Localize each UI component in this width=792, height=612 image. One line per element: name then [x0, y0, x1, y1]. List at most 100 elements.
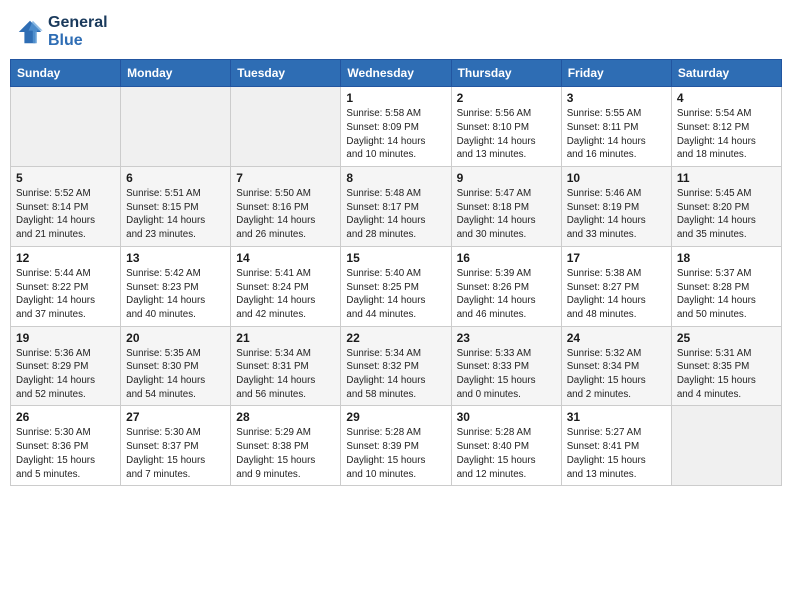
day-info: Sunrise: 5:48 AM Sunset: 8:17 PM Dayligh…: [346, 187, 445, 242]
week-row-2: 5 Sunrise: 5:52 AM Sunset: 8:14 PM Daylig…: [11, 167, 782, 247]
calendar-cell: 28Sunrise: 5:29 AM Sunset: 8:38 PM Dayli…: [231, 406, 341, 486]
logo-line2: Blue: [48, 32, 108, 50]
day-info: Sunrise: 5:32 AM Sunset: 8:34 PM Dayligh…: [567, 347, 666, 402]
day-info: Sunrise: 5:56 AM Sunset: 8:10 PM Dayligh…: [457, 107, 556, 162]
calendar-cell: 13 Sunrise: 5:42 AM Sunset: 8:23 PM Dayli…: [121, 246, 231, 326]
day-info: Sunrise: 5:27 AM Sunset: 8:41 PM Dayligh…: [567, 426, 666, 481]
day-number: 8: [346, 171, 445, 185]
day-number: 3: [567, 91, 666, 105]
calendar-cell: [671, 406, 781, 486]
day-info: Sunrise: 5:47 AM Sunset: 8:18 PM Dayligh…: [457, 187, 556, 242]
calendar-cell: 31 Sunrise: 5:27 AM Sunset: 8:41 PM Dayli…: [561, 406, 671, 486]
calendar-cell: 19Sunrise: 5:36 AM Sunset: 8:29 PM Dayli…: [11, 326, 121, 406]
day-header-thursday: Thursday: [451, 60, 561, 87]
day-header-saturday: Saturday: [671, 60, 781, 87]
day-info: Sunrise: 5:42 AM Sunset: 8:23 PM Dayligh…: [126, 267, 225, 322]
calendar-cell: 15 Sunrise: 5:40 AM Sunset: 8:25 PM Dayli…: [341, 246, 451, 326]
day-number: 4: [677, 91, 776, 105]
day-header-monday: Monday: [121, 60, 231, 87]
day-number: 23: [457, 331, 556, 345]
day-info: Sunrise: 5:38 AM Sunset: 8:27 PM Dayligh…: [567, 267, 666, 322]
calendar-cell: 21 Sunrise: 5:34 AM Sunset: 8:31 PM Dayli…: [231, 326, 341, 406]
calendar-cell: 17Sunrise: 5:38 AM Sunset: 8:27 PM Dayli…: [561, 246, 671, 326]
calendar-cell: [121, 87, 231, 167]
day-header-sunday: Sunday: [11, 60, 121, 87]
day-info: Sunrise: 5:51 AM Sunset: 8:15 PM Dayligh…: [126, 187, 225, 242]
day-info: Sunrise: 5:40 AM Sunset: 8:25 PM Dayligh…: [346, 267, 445, 322]
day-info: Sunrise: 5:52 AM Sunset: 8:14 PM Dayligh…: [16, 187, 115, 242]
calendar-cell: 14 Sunrise: 5:41 AM Sunset: 8:24 PM Dayli…: [231, 246, 341, 326]
day-header-friday: Friday: [561, 60, 671, 87]
day-info: Sunrise: 5:28 AM Sunset: 8:40 PM Dayligh…: [457, 426, 556, 481]
logo: General Blue: [16, 14, 108, 49]
day-number: 28: [236, 410, 335, 424]
day-number: 31: [567, 410, 666, 424]
calendar-cell: 20Sunrise: 5:35 AM Sunset: 8:30 PM Dayli…: [121, 326, 231, 406]
calendar-cell: 6 Sunrise: 5:51 AM Sunset: 8:15 PM Daylig…: [121, 167, 231, 247]
day-number: 24: [567, 331, 666, 345]
calendar-cell: 24 Sunrise: 5:32 AM Sunset: 8:34 PM Dayli…: [561, 326, 671, 406]
day-number: 1: [346, 91, 445, 105]
day-number: 15: [346, 251, 445, 265]
calendar-cell: 23 Sunrise: 5:33 AM Sunset: 8:33 PM Dayli…: [451, 326, 561, 406]
day-info: Sunrise: 5:50 AM Sunset: 8:16 PM Dayligh…: [236, 187, 335, 242]
day-info: Sunrise: 5:41 AM Sunset: 8:24 PM Dayligh…: [236, 267, 335, 322]
calendar-cell: 4Sunrise: 5:54 AM Sunset: 8:12 PM Daylig…: [671, 87, 781, 167]
calendar-table: SundayMondayTuesdayWednesdayThursdayFrid…: [10, 59, 782, 486]
day-number: 5: [16, 171, 115, 185]
day-number: 26: [16, 410, 115, 424]
day-info: Sunrise: 5:35 AM Sunset: 8:30 PM Dayligh…: [126, 347, 225, 402]
day-info: Sunrise: 5:44 AM Sunset: 8:22 PM Dayligh…: [16, 267, 115, 322]
week-row-4: 19Sunrise: 5:36 AM Sunset: 8:29 PM Dayli…: [11, 326, 782, 406]
calendar-cell: 29Sunrise: 5:28 AM Sunset: 8:39 PM Dayli…: [341, 406, 451, 486]
calendar-cell: 5 Sunrise: 5:52 AM Sunset: 8:14 PM Daylig…: [11, 167, 121, 247]
calendar-cell: 18 Sunrise: 5:37 AM Sunset: 8:28 PM Dayli…: [671, 246, 781, 326]
calendar-cell: [231, 87, 341, 167]
calendar-cell: [11, 87, 121, 167]
day-info: Sunrise: 5:39 AM Sunset: 8:26 PM Dayligh…: [457, 267, 556, 322]
day-number: 25: [677, 331, 776, 345]
calendar-cell: 1 Sunrise: 5:58 AM Sunset: 8:09 PM Daylig…: [341, 87, 451, 167]
day-number: 6: [126, 171, 225, 185]
day-number: 14: [236, 251, 335, 265]
day-info: Sunrise: 5:31 AM Sunset: 8:35 PM Dayligh…: [677, 347, 776, 402]
calendar-cell: 30 Sunrise: 5:28 AM Sunset: 8:40 PM Dayli…: [451, 406, 561, 486]
calendar-cell: 26 Sunrise: 5:30 AM Sunset: 8:36 PM Dayli…: [11, 406, 121, 486]
calendar-cell: 12 Sunrise: 5:44 AM Sunset: 8:22 PM Dayli…: [11, 246, 121, 326]
day-info: Sunrise: 5:30 AM Sunset: 8:36 PM Dayligh…: [16, 426, 115, 481]
day-info: Sunrise: 5:46 AM Sunset: 8:19 PM Dayligh…: [567, 187, 666, 242]
day-number: 27: [126, 410, 225, 424]
day-number: 22: [346, 331, 445, 345]
day-number: 18: [677, 251, 776, 265]
day-number: 13: [126, 251, 225, 265]
calendar-cell: 11Sunrise: 5:45 AM Sunset: 8:20 PM Dayli…: [671, 167, 781, 247]
day-number: 12: [16, 251, 115, 265]
day-number: 30: [457, 410, 556, 424]
day-info: Sunrise: 5:34 AM Sunset: 8:32 PM Dayligh…: [346, 347, 445, 402]
calendar-cell: 7 Sunrise: 5:50 AM Sunset: 8:16 PM Daylig…: [231, 167, 341, 247]
day-number: 21: [236, 331, 335, 345]
day-number: 16: [457, 251, 556, 265]
day-info: Sunrise: 5:33 AM Sunset: 8:33 PM Dayligh…: [457, 347, 556, 402]
day-number: 11: [677, 171, 776, 185]
day-number: 9: [457, 171, 556, 185]
day-number: 7: [236, 171, 335, 185]
days-header-row: SundayMondayTuesdayWednesdayThursdayFrid…: [11, 60, 782, 87]
day-header-wednesday: Wednesday: [341, 60, 451, 87]
day-info: Sunrise: 5:36 AM Sunset: 8:29 PM Dayligh…: [16, 347, 115, 402]
calendar-cell: 10Sunrise: 5:46 AM Sunset: 8:19 PM Dayli…: [561, 167, 671, 247]
calendar-cell: 27 Sunrise: 5:30 AM Sunset: 8:37 PM Dayli…: [121, 406, 231, 486]
day-info: Sunrise: 5:28 AM Sunset: 8:39 PM Dayligh…: [346, 426, 445, 481]
day-info: Sunrise: 5:30 AM Sunset: 8:37 PM Dayligh…: [126, 426, 225, 481]
logo-line1: General: [48, 14, 108, 32]
day-header-tuesday: Tuesday: [231, 60, 341, 87]
day-number: 2: [457, 91, 556, 105]
day-info: Sunrise: 5:34 AM Sunset: 8:31 PM Dayligh…: [236, 347, 335, 402]
day-info: Sunrise: 5:58 AM Sunset: 8:09 PM Dayligh…: [346, 107, 445, 162]
calendar-cell: 8 Sunrise: 5:48 AM Sunset: 8:17 PM Daylig…: [341, 167, 451, 247]
calendar-cell: 16 Sunrise: 5:39 AM Sunset: 8:26 PM Dayli…: [451, 246, 561, 326]
day-info: Sunrise: 5:37 AM Sunset: 8:28 PM Dayligh…: [677, 267, 776, 322]
calendar-cell: 3Sunrise: 5:55 AM Sunset: 8:11 PM Daylig…: [561, 87, 671, 167]
header: General Blue: [10, 10, 782, 53]
calendar-cell: 22 Sunrise: 5:34 AM Sunset: 8:32 PM Dayli…: [341, 326, 451, 406]
